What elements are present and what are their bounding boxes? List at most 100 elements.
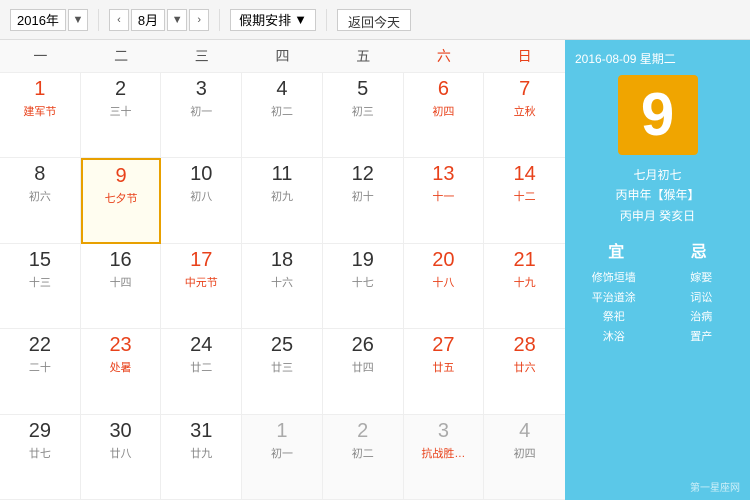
calendar-cell[interactable]: 20十八 (404, 244, 485, 329)
calendar-cell[interactable]: 4初四 (484, 415, 565, 500)
holiday-label: 假期安排 (239, 10, 291, 29)
ji-item: 治病 (663, 309, 741, 327)
cell-day-number: 12 (352, 162, 374, 186)
cell-day-number: 13 (432, 162, 454, 186)
divider3 (326, 9, 327, 31)
calendar-cell[interactable]: 18 十六 (242, 244, 323, 329)
calendar-cell[interactable]: 3 初一 (161, 73, 242, 158)
year-value: 2016年 (10, 9, 66, 31)
calendar-cell[interactable]: 28 廿六 (484, 329, 565, 414)
calendar-cell[interactable]: 30廿八 (81, 415, 162, 500)
big-day-number: 9 (641, 85, 674, 145)
calendar-cell[interactable]: 14十二 (484, 158, 565, 243)
cell-day-number: 23 (109, 333, 131, 357)
cell-day-number: 8 (34, 162, 45, 186)
calendar-cell[interactable]: 1初一 (242, 415, 323, 500)
cell-day-sub: 初四 (432, 103, 454, 119)
cell-day-number: 11 (272, 162, 293, 186)
cell-day-number: 18 (271, 248, 293, 272)
yi-label: 宜 (608, 238, 624, 262)
calendar-cell[interactable]: 1建军节 (0, 73, 81, 158)
cell-day-sub: 二十 (29, 359, 51, 375)
cell-day-number: 29 (29, 419, 51, 443)
return-today-btn[interactable]: 返回今天 (337, 9, 411, 31)
cell-day-sub: 廿六 (514, 359, 536, 375)
month-next-btn[interactable]: › (189, 9, 209, 31)
cell-day-number: 3 (196, 77, 207, 101)
cell-day-sub: 三十 (110, 103, 132, 119)
cell-day-sub: 廿八 (110, 445, 132, 461)
calendar-cell[interactable]: 21十九 (484, 244, 565, 329)
calendar-cell[interactable]: 31廿九 (161, 415, 242, 500)
cell-day-number: 2 (357, 419, 368, 443)
ji-item: 置产 (663, 329, 741, 347)
day-header: 四 (242, 40, 323, 72)
calendar-cell[interactable]: 19十七 (323, 244, 404, 329)
cell-day-sub: 初一 (190, 103, 212, 119)
cell-day-number: 24 (190, 333, 212, 357)
day-headers: 一二三四五六日 (0, 40, 565, 73)
cell-day-sub: 初十 (352, 188, 374, 204)
calendar-cell[interactable]: 2 三十 (81, 73, 162, 158)
calendar-cell[interactable]: 26廿四 (323, 329, 404, 414)
cell-day-number: 4 (276, 77, 287, 101)
calendar-cell[interactable]: 25廿三 (242, 329, 323, 414)
cell-day-sub: 七夕节 (105, 190, 138, 206)
cell-day-sub: 中元节 (185, 274, 218, 290)
year-dropdown-btn[interactable]: ▼ (68, 9, 88, 31)
cell-day-sub: 廿五 (432, 359, 454, 375)
cell-day-sub: 初二 (271, 103, 293, 119)
calendar-cell[interactable]: 6初四 (404, 73, 485, 158)
calendar-cell[interactable]: 11 初九 (242, 158, 323, 243)
cell-day-sub: 十四 (110, 274, 132, 290)
calendar-cell[interactable]: 27廿五 (404, 329, 485, 414)
cell-day-sub: 初九 (271, 188, 293, 204)
calendar-cell[interactable]: 15十三 (0, 244, 81, 329)
calendar-cell[interactable]: 13十一 (404, 158, 485, 243)
lunar-line3: 丙申月 癸亥日 (615, 206, 699, 226)
ji-item: 词讼 (663, 290, 741, 308)
cell-day-number: 21 (514, 248, 536, 272)
calendar-cell[interactable]: 16 十四 (81, 244, 162, 329)
calendar-cell[interactable]: 7立秋 (484, 73, 565, 158)
calendar-cell[interactable]: 24廿二 (161, 329, 242, 414)
cell-day-sub: 廿七 (29, 445, 51, 461)
calendar-cell[interactable]: 8 初六 (0, 158, 81, 243)
panel-yi-ji: 宜 忌 (575, 238, 740, 262)
month-prev-btn[interactable]: ‹ (109, 9, 129, 31)
cell-day-sub: 初六 (29, 188, 51, 204)
calendar-cell[interactable]: 9七夕节 (81, 158, 162, 243)
cell-day-number: 1 (34, 77, 45, 101)
cell-day-number: 31 (190, 419, 212, 443)
calendar-cell[interactable]: 22二十 (0, 329, 81, 414)
calendar-cell[interactable]: 5初三 (323, 73, 404, 158)
holiday-dropdown-btn[interactable]: 假期安排 ▼ (230, 9, 316, 31)
cell-day-number: 2 (115, 77, 126, 101)
ji-item: 嫁娶 (663, 270, 741, 288)
yi-item: 沐浴 (575, 329, 653, 347)
divider2 (219, 9, 220, 31)
calendar-cell[interactable]: 17 中元节 (161, 244, 242, 329)
month-selector: ‹ 8月 ▼ › (109, 9, 209, 31)
cell-day-number: 16 (109, 248, 131, 272)
calendar-cell[interactable]: 3抗战胜… (404, 415, 485, 500)
calendar-cell[interactable]: 29 廿七 (0, 415, 81, 500)
cell-day-number: 19 (352, 248, 374, 272)
calendar-cell[interactable]: 23处暑 (81, 329, 162, 414)
calendar-cell[interactable]: 2初二 (323, 415, 404, 500)
cell-day-number: 3 (438, 419, 449, 443)
cell-day-sub: 廿三 (271, 359, 293, 375)
cell-day-sub: 初四 (514, 445, 536, 461)
cell-day-sub: 十六 (271, 274, 293, 290)
big-day-box: 9 (618, 75, 698, 155)
calendar-cell[interactable]: 4 初二 (242, 73, 323, 158)
calendar-cell[interactable]: 10初八 (161, 158, 242, 243)
month-dropdown-btn[interactable]: ▼ (167, 9, 187, 31)
cell-day-number: 28 (514, 333, 536, 357)
day-header: 五 (323, 40, 404, 72)
holiday-dropdown-arrow: ▼ (294, 12, 307, 27)
cell-day-sub: 初一 (271, 445, 293, 461)
panel-date-text: 2016-08-09 星期二 (575, 50, 676, 67)
calendar-cell[interactable]: 12 初十 (323, 158, 404, 243)
cell-day-number: 17 (190, 248, 212, 272)
